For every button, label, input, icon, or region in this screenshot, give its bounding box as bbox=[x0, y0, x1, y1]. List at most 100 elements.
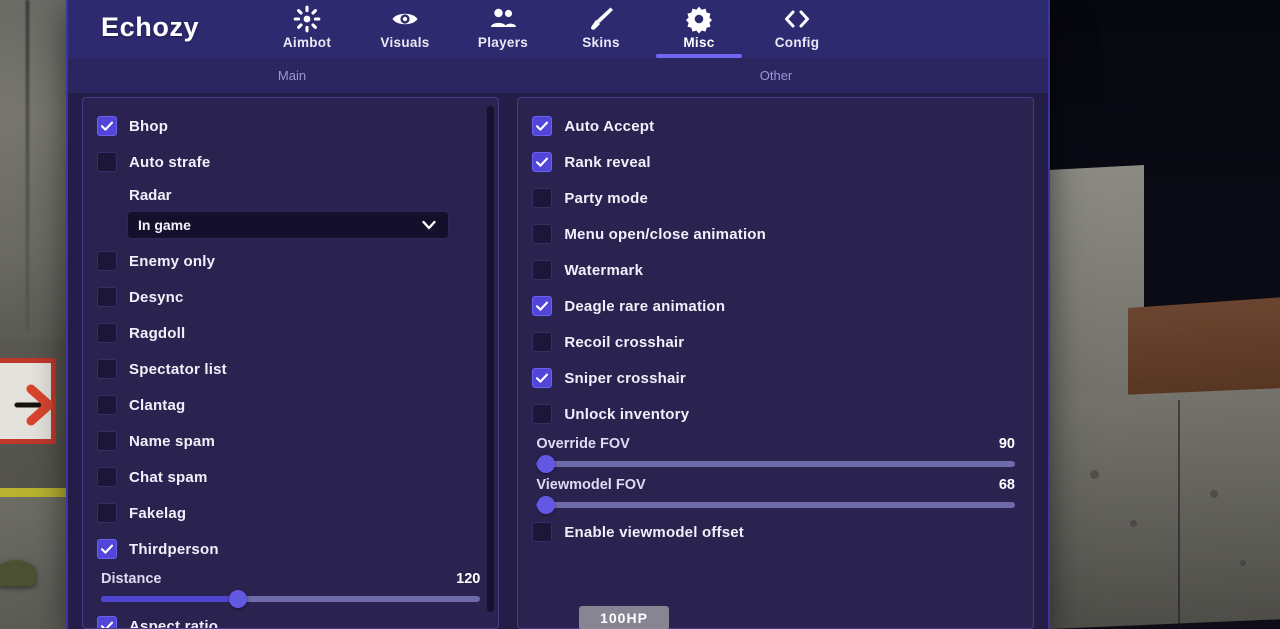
setting-label: Bhop bbox=[129, 117, 169, 135]
checkbox-sniper-crosshair[interactable] bbox=[532, 368, 553, 388]
setting-label: Party mode bbox=[564, 189, 649, 207]
setting-row-watermark[interactable]: Watermark bbox=[532, 252, 1019, 288]
setting-label: Rank reveal bbox=[564, 153, 651, 171]
red-arrow-icon bbox=[14, 384, 54, 426]
radar-label: Radar bbox=[129, 186, 172, 204]
setting-row-auto-accept[interactable]: Auto Accept bbox=[532, 108, 1019, 144]
setting-row-spectator-list[interactable]: Spectator list bbox=[97, 351, 484, 387]
slider-knob[interactable] bbox=[536, 496, 555, 514]
setting-label: Unlock inventory bbox=[564, 405, 690, 423]
panel-scrollbar[interactable] bbox=[487, 106, 495, 612]
wall-speck bbox=[1130, 520, 1137, 527]
wall-speck bbox=[1240, 560, 1246, 566]
checkbox-auto-strafe[interactable] bbox=[97, 152, 117, 172]
setting-row-deagle-animation[interactable]: Deagle rare animation bbox=[532, 288, 1019, 324]
cheat-menu-window: Echozy Aimbot Visuals Players Skins Misc… bbox=[68, 0, 1048, 629]
setting-row-ragdoll[interactable]: Ragdoll bbox=[97, 315, 484, 351]
checkbox-auto-accept[interactable] bbox=[532, 116, 553, 136]
crosshair-icon bbox=[292, 4, 322, 34]
right-low-wall bbox=[1048, 387, 1280, 629]
setting-label: Enemy only bbox=[129, 252, 216, 270]
checkbox-name-spam[interactable] bbox=[97, 431, 117, 451]
checkbox-unlock-inventory[interactable] bbox=[532, 404, 553, 424]
checkbox-watermark[interactable] bbox=[532, 260, 553, 280]
tab-label: Visuals bbox=[380, 35, 430, 50]
setting-label: Recoil crosshair bbox=[564, 333, 685, 351]
check-icon bbox=[536, 373, 549, 383]
title-bar: Echozy Aimbot Visuals Players Skins Misc… bbox=[68, 0, 1048, 58]
tab-visuals[interactable]: Visuals bbox=[356, 0, 454, 58]
slider-value: 120 bbox=[456, 571, 481, 587]
green-barrel bbox=[0, 560, 36, 586]
checkbox-fakelag[interactable] bbox=[97, 503, 117, 523]
checkbox-party-mode[interactable] bbox=[532, 188, 553, 208]
main-settings-panel: Bhop Auto strafe Radar In game Enemy onl… bbox=[82, 97, 500, 629]
setting-row-name-spam[interactable]: Name spam bbox=[97, 423, 484, 459]
slider-header: Distance 120 bbox=[97, 571, 484, 587]
setting-label: Thirdperson bbox=[129, 540, 219, 558]
checkbox-desync[interactable] bbox=[97, 287, 117, 307]
setting-row-recoil-crosshair[interactable]: Recoil crosshair bbox=[532, 324, 1019, 360]
setting-label: Menu open/close animation bbox=[564, 225, 767, 243]
checkbox-aspect-ratio[interactable] bbox=[97, 616, 117, 628]
checkbox-enemy-only[interactable] bbox=[97, 251, 117, 271]
slider-track[interactable] bbox=[101, 590, 481, 608]
tab-aimbot[interactable]: Aimbot bbox=[258, 0, 356, 58]
slider-track[interactable] bbox=[536, 496, 1015, 514]
check-icon bbox=[100, 621, 114, 628]
checkbox-ragdoll[interactable] bbox=[97, 323, 117, 343]
brush-icon bbox=[586, 4, 616, 34]
health-badge: 100HP bbox=[579, 606, 669, 629]
tab-players[interactable]: Players bbox=[454, 0, 552, 58]
tab-label: Skins bbox=[582, 35, 620, 50]
setting-label: Spectator list bbox=[129, 360, 227, 378]
checkbox-spectator-list[interactable] bbox=[97, 359, 117, 379]
checkbox-bhop[interactable] bbox=[97, 116, 117, 136]
setting-row-thirdperson[interactable]: Thirdperson bbox=[97, 531, 484, 567]
slider-distance[interactable]: Distance 120 bbox=[97, 567, 484, 608]
setting-label: Aspect ratio bbox=[129, 617, 219, 629]
setting-row-auto-strafe[interactable]: Auto strafe bbox=[97, 144, 484, 180]
setting-row-desync[interactable]: Desync bbox=[97, 279, 484, 315]
slider-override-fov[interactable]: Override FOV 90 bbox=[532, 432, 1019, 473]
setting-row-chat-spam[interactable]: Chat spam bbox=[97, 459, 484, 495]
slider-track[interactable] bbox=[536, 455, 1015, 473]
checkbox-chat-spam[interactable] bbox=[97, 467, 117, 487]
setting-row-rank-reveal[interactable]: Rank reveal bbox=[532, 144, 1019, 180]
people-icon bbox=[488, 4, 518, 34]
checkbox-recoil-crosshair[interactable] bbox=[532, 332, 553, 352]
tab-skins[interactable]: Skins bbox=[552, 0, 650, 58]
checkbox-viewmodel-offset[interactable] bbox=[532, 522, 553, 542]
setting-row-menu-animation[interactable]: Menu open/close animation bbox=[532, 216, 1019, 252]
setting-row-aspect-ratio[interactable]: Aspect ratio bbox=[97, 608, 484, 629]
setting-row-fakelag[interactable]: Fakelag bbox=[97, 495, 484, 531]
slider-header: Viewmodel FOV 68 bbox=[532, 477, 1019, 493]
tab-label: Aimbot bbox=[282, 35, 332, 50]
setting-row-viewmodel-offset[interactable]: Enable viewmodel offset bbox=[532, 514, 1019, 550]
setting-row-sniper-crosshair[interactable]: Sniper crosshair bbox=[532, 360, 1019, 396]
tab-misc[interactable]: Misc bbox=[650, 0, 748, 58]
setting-row-unlock-inventory[interactable]: Unlock inventory bbox=[532, 396, 1019, 432]
setting-row-enemy-only[interactable]: Enemy only bbox=[97, 243, 484, 279]
setting-row-clantag[interactable]: Clantag bbox=[97, 387, 484, 423]
slider-value: 68 bbox=[998, 477, 1015, 493]
app-brand: Echozy bbox=[101, 12, 200, 42]
setting-label: Auto strafe bbox=[129, 153, 211, 171]
slider-knob[interactable] bbox=[228, 590, 247, 608]
wall-speck bbox=[1090, 470, 1099, 479]
slider-knob[interactable] bbox=[536, 455, 555, 473]
slider-viewmodel-fov[interactable]: Viewmodel FOV 68 bbox=[532, 473, 1019, 514]
scrollbar-thumb[interactable] bbox=[487, 106, 495, 436]
tab-config[interactable]: Config bbox=[748, 0, 846, 58]
gear-icon bbox=[684, 4, 714, 34]
setting-row-bhop[interactable]: Bhop bbox=[97, 108, 484, 144]
radar-dropdown[interactable]: In game bbox=[127, 211, 449, 239]
checkbox-thirdperson[interactable] bbox=[97, 539, 117, 559]
checkbox-deagle-animation[interactable] bbox=[532, 296, 553, 316]
setting-label: Chat spam bbox=[129, 468, 208, 486]
setting-row-party-mode[interactable]: Party mode bbox=[532, 180, 1019, 216]
slider-value: 90 bbox=[998, 436, 1015, 452]
checkbox-clantag[interactable] bbox=[97, 395, 117, 415]
checkbox-menu-animation[interactable] bbox=[532, 224, 553, 244]
checkbox-rank-reveal[interactable] bbox=[532, 152, 553, 172]
